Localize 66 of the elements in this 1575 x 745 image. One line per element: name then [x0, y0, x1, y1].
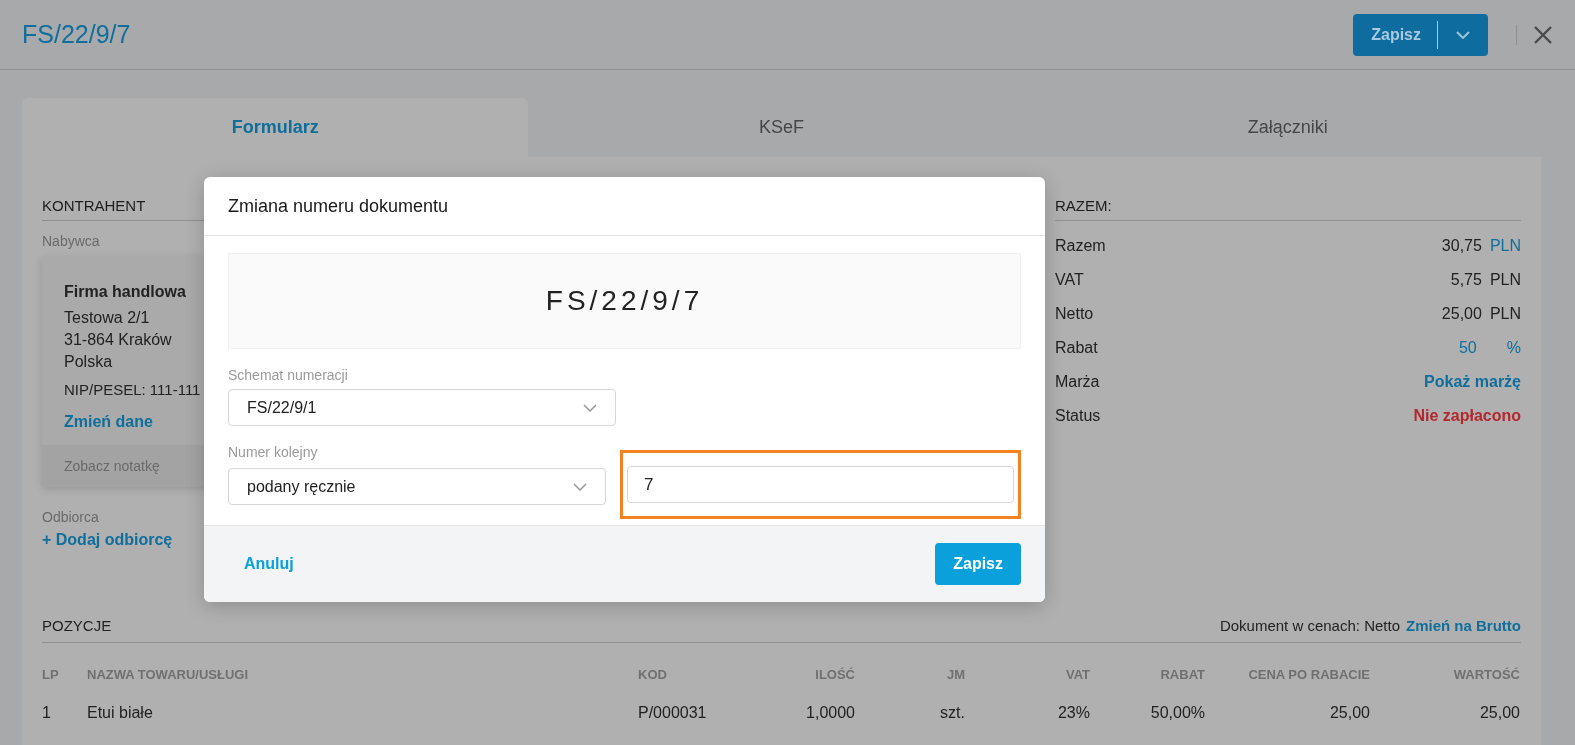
number-preview: FS/22/9/7: [228, 253, 1021, 349]
column-header: LP: [42, 667, 60, 682]
table-cell-text: 50,00%: [1149, 704, 1205, 722]
caret-icon[interactable]: [1456, 30, 1470, 39]
tax-id: NIP/PESEL: 111-111: [64, 381, 201, 398]
company-name: Firma handlowa: [64, 283, 187, 301]
field-label: Schemat numeracji: [228, 367, 349, 383]
add-recipient-link[interactable]: + Dodaj odbiorcę: [42, 531, 173, 549]
table-cell-text: 1: [42, 704, 52, 722]
chevron-down-icon: [583, 403, 597, 412]
tab[interactable]: Załączniki: [1034, 98, 1541, 157]
save-button[interactable]: Zapisz: [935, 543, 1021, 585]
column-header: WARTOŚĆ: [1452, 667, 1520, 682]
edit-link[interactable]: Zmień dane: [64, 413, 153, 431]
column-header: NAZWA TOWARU/USŁUGI: [87, 667, 250, 682]
column-header: VAT: [1064, 667, 1090, 682]
table-cell-text: 23%: [1056, 704, 1090, 722]
total-label: Rabat: [1055, 339, 1098, 357]
total-label: Status: [1055, 407, 1101, 425]
currency-label: PLN: [1489, 271, 1521, 289]
address-line: Polska: [64, 352, 114, 372]
column-header: KOD: [638, 667, 668, 682]
switch-price-link[interactable]: Zmień na Brutto: [1406, 617, 1521, 634]
number-input[interactable]: 7: [627, 466, 1014, 503]
table-cell-text: 1,0000: [805, 704, 855, 722]
address-line: 31-864 Kraków: [64, 330, 173, 350]
table-cell-text: 25,00: [1478, 704, 1520, 722]
note-link[interactable]: Zobacz notatkę: [64, 458, 160, 474]
total-value: 5,75: [1450, 271, 1482, 289]
total-label: Netto: [1055, 305, 1094, 323]
column-header: CENA PO RABACIE: [1247, 667, 1370, 682]
column-header: RABAT: [1159, 667, 1205, 682]
sequence-dropdown[interactable]: podany ręcznie: [228, 468, 606, 505]
tab[interactable]: Formularz: [22, 98, 529, 157]
section-heading: RAZEM:: [1055, 191, 1521, 221]
total-value: 25,00: [1441, 305, 1482, 323]
percent-label: %: [1506, 339, 1521, 357]
tab[interactable]: KSeF: [528, 98, 1035, 157]
column-header: JM: [945, 667, 965, 682]
total-label: Razem: [1055, 237, 1106, 255]
close-icon[interactable]: [1516, 24, 1553, 45]
currency-label: PLN: [1489, 305, 1521, 323]
field-label: Nabywca: [42, 233, 101, 249]
total-label: VAT: [1055, 271, 1084, 289]
cancel-link[interactable]: Anuluj: [244, 555, 294, 573]
table-cell-text: P/000031: [638, 704, 708, 722]
field-label: Numer kolejny: [228, 444, 319, 460]
table-cell-text: szt.: [939, 704, 965, 722]
discount-value[interactable]: 50: [1458, 339, 1477, 357]
document-title: FS/22/9/7: [22, 20, 131, 49]
chevron-down-icon: [573, 482, 587, 491]
total-value: 30,75: [1441, 237, 1482, 255]
price-mode-text: Dokument w cenach: Netto: [1219, 617, 1400, 634]
total-label: Marża: [1055, 373, 1100, 391]
table-cell-text: 25,00: [1328, 704, 1370, 722]
field-label: Odbiorca: [42, 509, 100, 525]
dialog-title: Zmiana numeru dokumentu: [228, 195, 449, 217]
save-split-button[interactable]: Zapisz: [1353, 13, 1488, 56]
table-cell-text: Etui białe: [87, 704, 154, 722]
currency-label[interactable]: PLN: [1489, 237, 1521, 255]
scheme-dropdown[interactable]: FS/22/9/1: [228, 389, 616, 426]
margin-link[interactable]: Pokaż marżę: [1424, 373, 1521, 391]
section-heading: POZYCJE: [42, 617, 112, 634]
address-line: Testowa 2/1: [64, 308, 151, 328]
column-header: ILOŚĆ: [814, 667, 855, 682]
payment-status: Nie zapłacono: [1413, 407, 1521, 425]
